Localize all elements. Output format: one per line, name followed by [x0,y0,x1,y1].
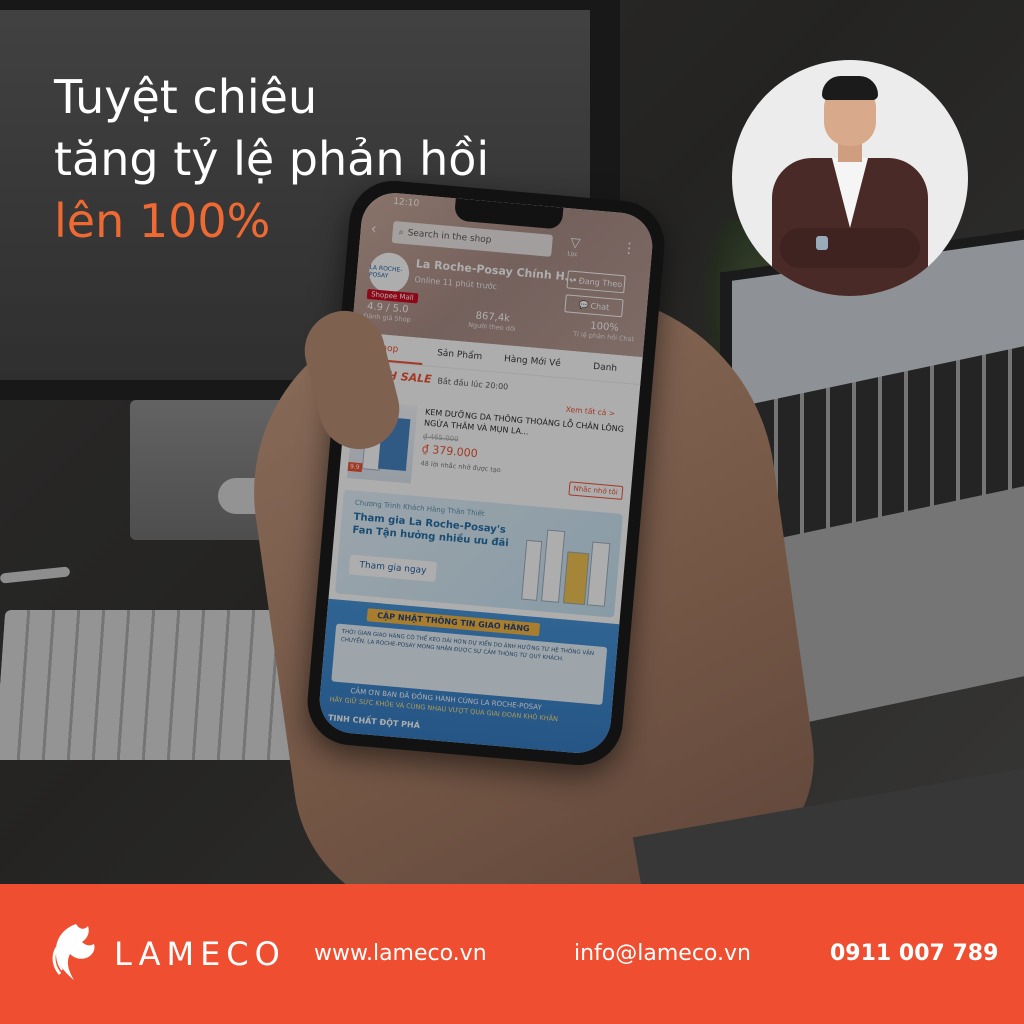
tab-products[interactable]: Sản Phẩm [422,338,497,371]
shipping-notice: CẬP NHẬT THÔNG TIN GIAO HÀNG THỜI GIAN G… [316,598,620,756]
banner-title: Tham gia La Roche-Posay's Fan Tận hưởng … [352,511,510,550]
more-options-icon[interactable]: ⋮ [621,240,636,257]
chat-button[interactable]: 💬 Chat [564,294,624,318]
check-icon: ✓ [569,275,578,285]
phone-number[interactable]: 0911 007 789 [830,940,998,968]
presenter-portrait [732,60,968,296]
tab-categories[interactable]: Danh [568,351,643,384]
product-bottle [586,541,611,607]
follow-button[interactable]: ✓ Đang Theo [566,270,626,294]
watch-icon [816,236,828,250]
loyalty-banner[interactable]: Chương Trình Khách Hàng Thân Thiết Tham … [334,489,623,618]
chat-icon: 💬 [578,299,590,310]
chat-label: Chat [590,300,610,312]
brand-name: LAMECO [114,935,286,973]
smartphone: 12:10 ‹ ⌕ Search in the shop ▽ Lọc ⋮ LA … [303,177,669,769]
product-bottle [521,539,543,601]
tab-new-arrivals[interactable]: Hàng Mới Về [495,344,570,377]
headline: Tuyệt chiêu tăng tỷ lệ phản hồi lên 100% [54,66,489,252]
product-bottle [541,529,566,603]
website-link[interactable]: www.lameco.vn [314,940,487,968]
lameco-horse-logo-icon [52,924,95,980]
headline-line-2: tăng tỷ lệ phản hồi [54,132,490,186]
sale-tag: 9.9 [347,461,362,473]
headline-line-1: Tuyệt chiêu [54,70,318,124]
flash-sale-time: Bắt đầu lúc 20:00 [437,376,509,392]
stat-response-rate: 100% Tỉ lệ phản hồi Chat [573,319,636,344]
follow-label: Đang Theo [578,275,623,289]
filter-icon[interactable]: ▽ [570,236,581,252]
apple-logo-icon [226,392,260,428]
see-all-link[interactable]: Xem tất cả > [565,405,615,418]
filter-label: Lọc [567,250,578,259]
pen [0,566,71,584]
phone-screen: 12:10 ‹ ⌕ Search in the shop ▽ Lọc ⋮ LA … [316,190,656,756]
stat-followers: 867,4k Người theo dõi [468,310,517,334]
notice-footer: TINH CHẤT ĐỘT PHÁ [327,713,421,731]
headline-line-3: lên 100% [54,194,271,248]
footer-bar: LAMECO www.lameco.vn info@lameco.vn 0911… [0,884,1024,1024]
shop-online-status: Online 11 phút trước [414,275,498,292]
email-link[interactable]: info@lameco.vn [574,940,751,968]
shop-logo[interactable]: LA ROCHE-POSAY [367,251,411,295]
join-now-button[interactable]: Tham gia ngay [348,554,438,583]
product-info: KEM DƯỠNG DA THÔNG THOÁNG LỖ CHÂN LÔNG N… [418,406,629,507]
product-bottle [562,551,590,606]
